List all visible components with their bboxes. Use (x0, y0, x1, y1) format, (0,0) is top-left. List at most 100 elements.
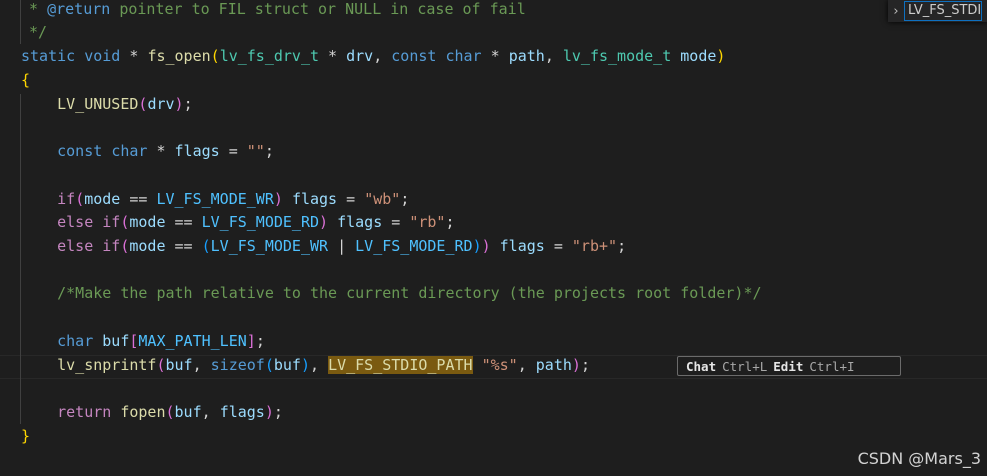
type-name: lv_fs_drv_t (219, 47, 320, 65)
watermark: CSDN @Mars_3 (857, 449, 981, 468)
code-line[interactable]: else if(mode == (LV_FS_MODE_WR | LV_FS_M… (21, 235, 626, 259)
paren: ( (201, 237, 211, 255)
control-keyword: else (57, 237, 94, 255)
enum-constant: LV_FS_MODE_WR (156, 190, 274, 208)
function-name: fs_open (147, 47, 211, 65)
type-name: lv_fs_mode_t (562, 47, 672, 65)
chat-shortcut: Ctrl+L (722, 358, 768, 374)
keyword: void (84, 47, 121, 65)
variable: buf (102, 332, 130, 350)
punct: ; (445, 213, 455, 231)
inline-chat-hint[interactable]: Chat Ctrl+L Edit Ctrl+I (677, 356, 901, 376)
operator: * (481, 47, 509, 65)
operator: * (319, 47, 347, 65)
code-line[interactable]: /*Make the path relative to the current … (21, 282, 762, 306)
operator: == (165, 237, 202, 255)
enum-constant: LV_FS_MODE_RD (201, 213, 320, 231)
code-line[interactable]: lv_snprintf(buf, sizeof(buf), LV_FS_STDI… (21, 354, 590, 378)
punct: , (544, 47, 563, 65)
variable: buf (174, 403, 202, 421)
paren: ( (156, 356, 166, 374)
code-line[interactable]: * @return pointer to FIL struct or NULL … (20, 0, 526, 22)
punct: ; (580, 356, 590, 374)
punct: , (517, 356, 536, 374)
code-line[interactable]: const char * flags = ""; (21, 140, 274, 164)
code-line[interactable]: return fopen(buf, flags); (21, 401, 283, 425)
code-line[interactable]: LV_UNUSED(drv); (21, 93, 193, 117)
comment-text: /*Make the path relative to the current … (57, 284, 762, 302)
variable: flags (291, 190, 338, 208)
keyword: char (445, 47, 482, 65)
paren: ( (210, 47, 220, 65)
operator: = (337, 190, 365, 208)
operator: = (382, 213, 410, 231)
operator: * (120, 47, 148, 65)
operator: | (328, 237, 356, 255)
string-literal: "rb" (409, 213, 446, 231)
highlighted-symbol[interactable]: LV_FS_STDIO_PATH (328, 356, 473, 374)
keyword: char (57, 332, 94, 350)
paren: ( (165, 403, 175, 421)
punct: ; (400, 190, 410, 208)
chevron-right-icon[interactable]: › (888, 4, 904, 19)
punct: , (201, 403, 220, 421)
variable: flags (499, 237, 545, 255)
chat-button[interactable]: Chat (686, 359, 716, 374)
function-call: fopen (120, 403, 166, 421)
code-line[interactable]: static void * fs_open(lv_fs_drv_t * drv,… (21, 45, 725, 69)
breadcrumb[interactable]: › LV_FS_STDIO_PATH (888, 0, 987, 22)
parameter: mode (680, 47, 717, 65)
edit-button[interactable]: Edit (773, 359, 803, 374)
variable: flags (219, 403, 265, 421)
control-keyword: if (102, 237, 121, 255)
comment-text: * (20, 0, 48, 18)
code-line[interactable]: { (21, 69, 30, 93)
code-editor[interactable]: * @return pointer to FIL struct or NULL … (0, 0, 987, 476)
macro-name: LV_UNUSED (57, 95, 139, 113)
paren: ) (264, 403, 274, 421)
paren: ) (273, 190, 283, 208)
paren: ) (716, 47, 726, 65)
variable: mode (129, 237, 166, 255)
control-keyword: else (57, 213, 94, 231)
code-line[interactable]: } (21, 425, 30, 449)
variable: mode (84, 190, 121, 208)
code-line[interactable]: */ (20, 21, 47, 45)
operator: = (219, 142, 247, 160)
paren: ) (319, 213, 329, 231)
operator: = (544, 237, 572, 255)
punct: ; (617, 237, 627, 255)
variable: buf (273, 356, 301, 374)
code-line[interactable]: if(mode == LV_FS_MODE_WR) flags = "wb"; (21, 188, 409, 212)
variable: mode (129, 213, 166, 231)
parameter: drv (346, 47, 374, 65)
punct: ; (183, 95, 193, 113)
breadcrumb-symbol[interactable]: LV_FS_STDIO_PATH (904, 1, 982, 21)
code-line[interactable]: else if(mode == LV_FS_MODE_RD) flags = "… (21, 211, 455, 235)
operator: * (147, 142, 175, 160)
macro-constant: MAX_PATH_LEN (138, 332, 247, 350)
paren: ) (571, 356, 581, 374)
keyword: char (111, 142, 148, 160)
code-line[interactable]: char buf[MAX_PATH_LEN]; (21, 330, 265, 354)
keyword: static (21, 47, 76, 65)
variable: path (535, 356, 572, 374)
punct: ; (264, 142, 274, 160)
edit-shortcut: Ctrl+I (809, 358, 855, 374)
punct: , (192, 356, 211, 374)
enum-constant: LV_FS_MODE_WR (210, 237, 329, 255)
doc-tag: @return (47, 0, 111, 18)
